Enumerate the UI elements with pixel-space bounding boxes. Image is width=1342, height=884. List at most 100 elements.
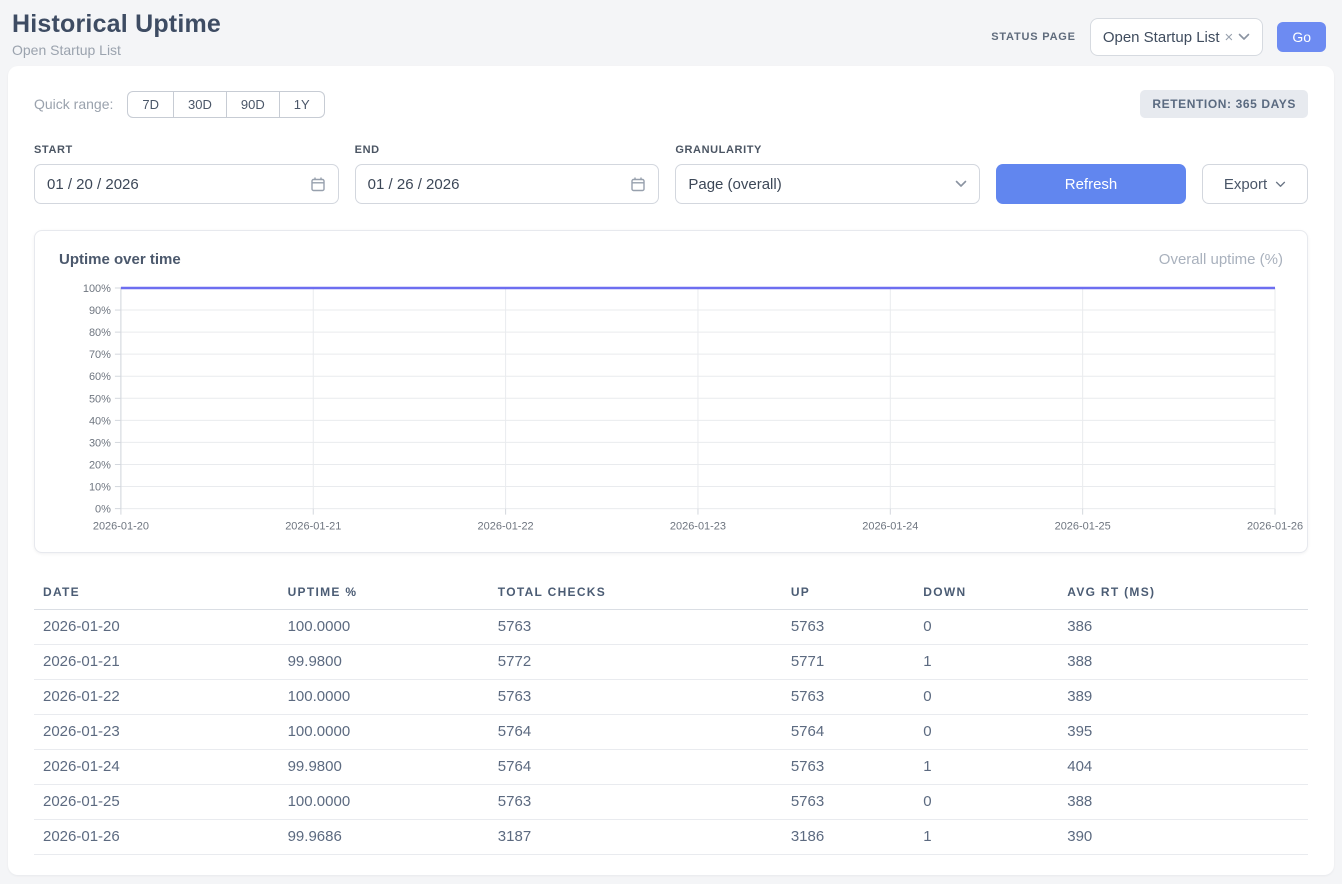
y-axis-label: 10% [89, 482, 111, 494]
table-cell: 5763 [489, 609, 782, 644]
status-page-cluster: STATUS PAGE Open Startup List × Go [991, 18, 1326, 56]
table-cell: 0 [914, 714, 1058, 749]
export-button[interactable]: Export [1202, 164, 1308, 204]
chart-legend: Overall uptime (%) [1159, 251, 1283, 268]
table-row: 2026-01-20100.0000576357630386 [34, 609, 1308, 644]
calendar-icon[interactable] [310, 176, 326, 192]
column-header: DOWN [914, 579, 1058, 610]
y-axis-label: 0% [95, 504, 111, 516]
table-cell: 100.0000 [279, 784, 489, 819]
table-cell: 100.0000 [279, 714, 489, 749]
status-page-select[interactable]: Open Startup List × [1090, 18, 1264, 56]
table-cell: 5771 [782, 644, 914, 679]
page-subtitle: Open Startup List [12, 42, 221, 58]
quick-range-7d-button[interactable]: 7D [127, 91, 174, 118]
x-axis-label: 2026-01-22 [478, 521, 534, 533]
table-cell: 100.0000 [279, 609, 489, 644]
clear-selection-icon[interactable]: × [1225, 30, 1234, 45]
x-axis-label: 2026-01-20 [93, 521, 149, 533]
y-axis-label: 40% [89, 415, 111, 427]
page-header: Historical Uptime Open Startup List STAT… [0, 0, 1342, 66]
table-row: 2026-01-2499.9800576457631404 [34, 749, 1308, 784]
table-cell: 1 [914, 644, 1058, 679]
uptime-chart: 0%10%20%30%40%50%60%70%80%90%100%2026-01… [59, 280, 1283, 538]
column-header: UP [782, 579, 914, 610]
table-cell: 388 [1058, 644, 1308, 679]
start-date-input[interactable]: 01 / 20 / 2026 [34, 164, 339, 204]
table-cell: 1 [914, 819, 1058, 854]
table-cell: 2026-01-24 [34, 749, 279, 784]
column-header: AVG RT (MS) [1058, 579, 1308, 610]
x-axis-label: 2026-01-23 [670, 521, 726, 533]
uptime-chart-card: Uptime over time Overall uptime (%) 0% 10… [34, 230, 1308, 553]
table-cell: 2026-01-23 [34, 714, 279, 749]
main-panel: Quick range: 7D30D90D1Y RETENTION: 365 D… [8, 66, 1334, 875]
end-date-value: 01 / 26 / 2026 [368, 176, 460, 193]
table-cell: 390 [1058, 819, 1308, 854]
x-axis-label: 2026-01-26 [1247, 521, 1303, 533]
granularity-select[interactable]: Page (overall) [675, 164, 980, 204]
table-cell: 99.9800 [279, 749, 489, 784]
column-header: UPTIME % [279, 579, 489, 610]
retention-badge: RETENTION: 365 DAYS [1140, 90, 1308, 118]
refresh-button[interactable]: Refresh [996, 164, 1186, 204]
start-label: START [34, 144, 339, 156]
table-cell: 3187 [489, 819, 782, 854]
table-body: 2026-01-20100.00005763576303862026-01-21… [34, 609, 1308, 854]
end-label: END [355, 144, 660, 156]
table-cell: 386 [1058, 609, 1308, 644]
table-row: 2026-01-2699.9686318731861390 [34, 819, 1308, 854]
quick-range-90d-button[interactable]: 90D [227, 91, 280, 118]
y-axis-label: 60% [89, 371, 111, 383]
table-cell: 5764 [489, 714, 782, 749]
table-cell: 5763 [782, 749, 914, 784]
table-cell: 2026-01-22 [34, 679, 279, 714]
uptime-table: DATEUPTIME %TOTAL CHECKSUPDOWNAVG RT (MS… [34, 579, 1308, 855]
start-date-value: 01 / 20 / 2026 [47, 176, 139, 193]
table-cell: 5772 [489, 644, 782, 679]
table-header-row: DATEUPTIME %TOTAL CHECKSUPDOWNAVG RT (MS… [34, 579, 1308, 610]
quick-range: Quick range: 7D30D90D1Y [34, 91, 325, 118]
granularity-value: Page (overall) [688, 176, 781, 193]
quick-range-30d-button[interactable]: 30D [174, 91, 227, 118]
chart-header: Uptime over time Overall uptime (%) [59, 251, 1283, 268]
table-cell: 2026-01-21 [34, 644, 279, 679]
table-cell: 5763 [489, 784, 782, 819]
table-cell: 389 [1058, 679, 1308, 714]
table-cell: 5764 [782, 714, 914, 749]
end-date-field: END 01 / 26 / 2026 [355, 144, 660, 204]
table-cell: 5763 [489, 679, 782, 714]
table-cell: 395 [1058, 714, 1308, 749]
table-row: 2026-01-23100.0000576457640395 [34, 714, 1308, 749]
y-axis-label: 50% [89, 393, 111, 405]
quick-range-row: Quick range: 7D30D90D1Y RETENTION: 365 D… [34, 90, 1308, 118]
x-axis-label: 2026-01-21 [285, 521, 341, 533]
table-cell: 2026-01-20 [34, 609, 279, 644]
table-cell: 5763 [782, 609, 914, 644]
chevron-down-icon [955, 180, 967, 188]
quick-range-1y-button[interactable]: 1Y [280, 91, 325, 118]
table-cell: 3186 [782, 819, 914, 854]
granularity-field: GRANULARITY Page (overall) [675, 144, 980, 204]
quick-range-label: Quick range: [34, 96, 113, 112]
column-header: TOTAL CHECKS [489, 579, 782, 610]
end-date-input[interactable]: 01 / 26 / 2026 [355, 164, 660, 204]
table-cell: 2026-01-25 [34, 784, 279, 819]
table-cell: 0 [914, 609, 1058, 644]
table-cell: 404 [1058, 749, 1308, 784]
status-page-value: Open Startup List [1103, 29, 1220, 46]
table-row: 2026-01-25100.0000576357630388 [34, 784, 1308, 819]
table-cell: 388 [1058, 784, 1308, 819]
y-axis-label: 90% [89, 305, 111, 317]
filter-form: START 01 / 20 / 2026 END 01 / 26 / 2026 [34, 144, 1308, 204]
table-cell: 0 [914, 784, 1058, 819]
table-cell: 5763 [782, 679, 914, 714]
go-button[interactable]: Go [1277, 22, 1326, 52]
title-block: Historical Uptime Open Startup List [12, 10, 221, 58]
quick-range-group: 7D30D90D1Y [127, 91, 324, 118]
x-axis-label: 2026-01-25 [1055, 521, 1111, 533]
page-title: Historical Uptime [12, 10, 221, 39]
calendar-icon[interactable] [630, 176, 646, 192]
y-axis-label: 20% [89, 459, 111, 471]
granularity-label: GRANULARITY [675, 144, 980, 156]
